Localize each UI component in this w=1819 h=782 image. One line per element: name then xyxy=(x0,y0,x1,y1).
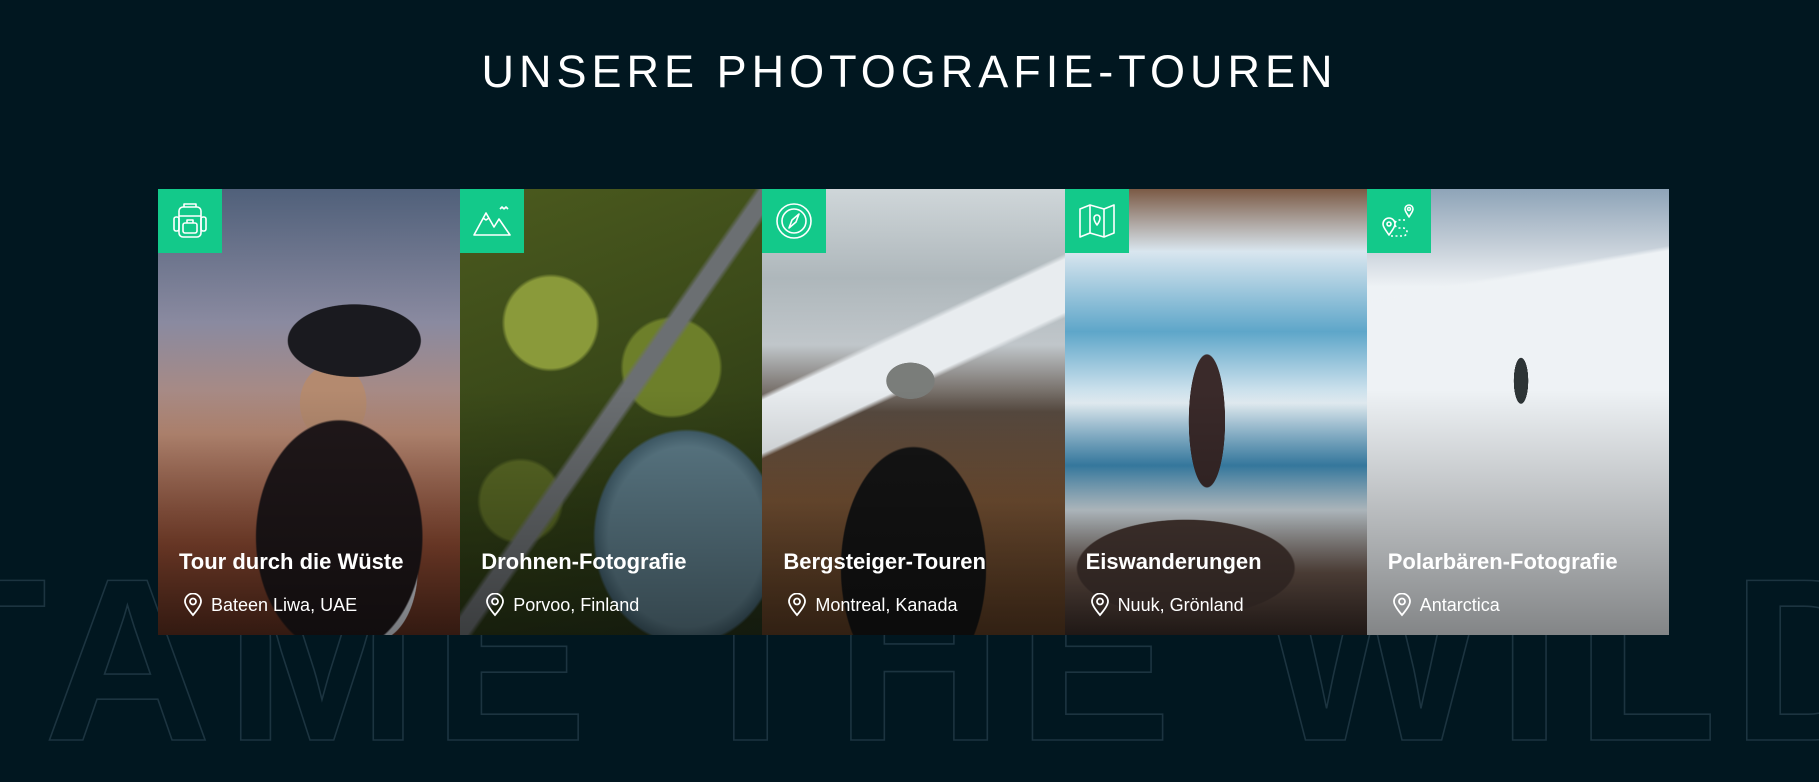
tour-title[interactable]: Bergsteiger-Touren xyxy=(783,549,986,575)
tour-title[interactable]: Tour durch die Wüste xyxy=(179,549,403,575)
mountains-icon xyxy=(460,189,525,253)
tour-cards: Tour durch die Wüste Bateen Liwa, UAE Dr… xyxy=(158,189,1669,635)
location-pin-icon xyxy=(1090,593,1109,617)
tour-location-text: Nuuk, Grönland xyxy=(1117,594,1244,615)
tour-title[interactable]: Drohnen-Fotografie xyxy=(481,549,686,575)
location-pin-icon xyxy=(1392,593,1411,617)
tour-card-drone[interactable]: Drohnen-Fotografie Porvoo, Finland xyxy=(460,189,763,635)
tour-location: Antarctica xyxy=(1392,593,1500,617)
location-pin-icon xyxy=(184,593,202,617)
tour-location: Nuuk, Grönland xyxy=(1090,593,1244,617)
backpack-icon xyxy=(158,189,222,253)
tour-location-text: Porvoo, Finland xyxy=(513,594,640,615)
tour-location: Bateen Liwa, UAE xyxy=(183,593,357,617)
tour-card-mountain[interactable]: Bergsteiger-Touren Montreal, Kanada xyxy=(762,189,1065,635)
tour-card-snow[interactable]: Polarbären-Fotografie Antarctica xyxy=(1366,189,1669,635)
compass-icon xyxy=(762,189,827,253)
route-icon xyxy=(1366,189,1431,253)
tour-title[interactable]: Eiswanderungen xyxy=(1086,549,1262,575)
page-title: UNSERE PHOTOGRAFIE-TOUREN xyxy=(481,46,1338,97)
tour-card-desert[interactable]: Tour durch die Wüste Bateen Liwa, UAE xyxy=(158,189,461,635)
location-pin-icon xyxy=(486,593,505,617)
tour-title[interactable]: Polarbären-Fotografie xyxy=(1388,549,1618,575)
tour-location-text: Montreal, Kanada xyxy=(815,594,958,615)
tour-location-text: Bateen Liwa, UAE xyxy=(211,594,358,615)
tour-location: Porvoo, Finland xyxy=(485,593,639,617)
tour-card-ice[interactable]: Eiswanderungen Nuuk, Grönland xyxy=(1064,189,1367,635)
tour-location-text: Antarctica xyxy=(1419,594,1500,615)
location-pin-icon xyxy=(788,593,807,617)
tour-location: Montreal, Kanada xyxy=(787,593,957,617)
map-icon xyxy=(1064,189,1129,253)
